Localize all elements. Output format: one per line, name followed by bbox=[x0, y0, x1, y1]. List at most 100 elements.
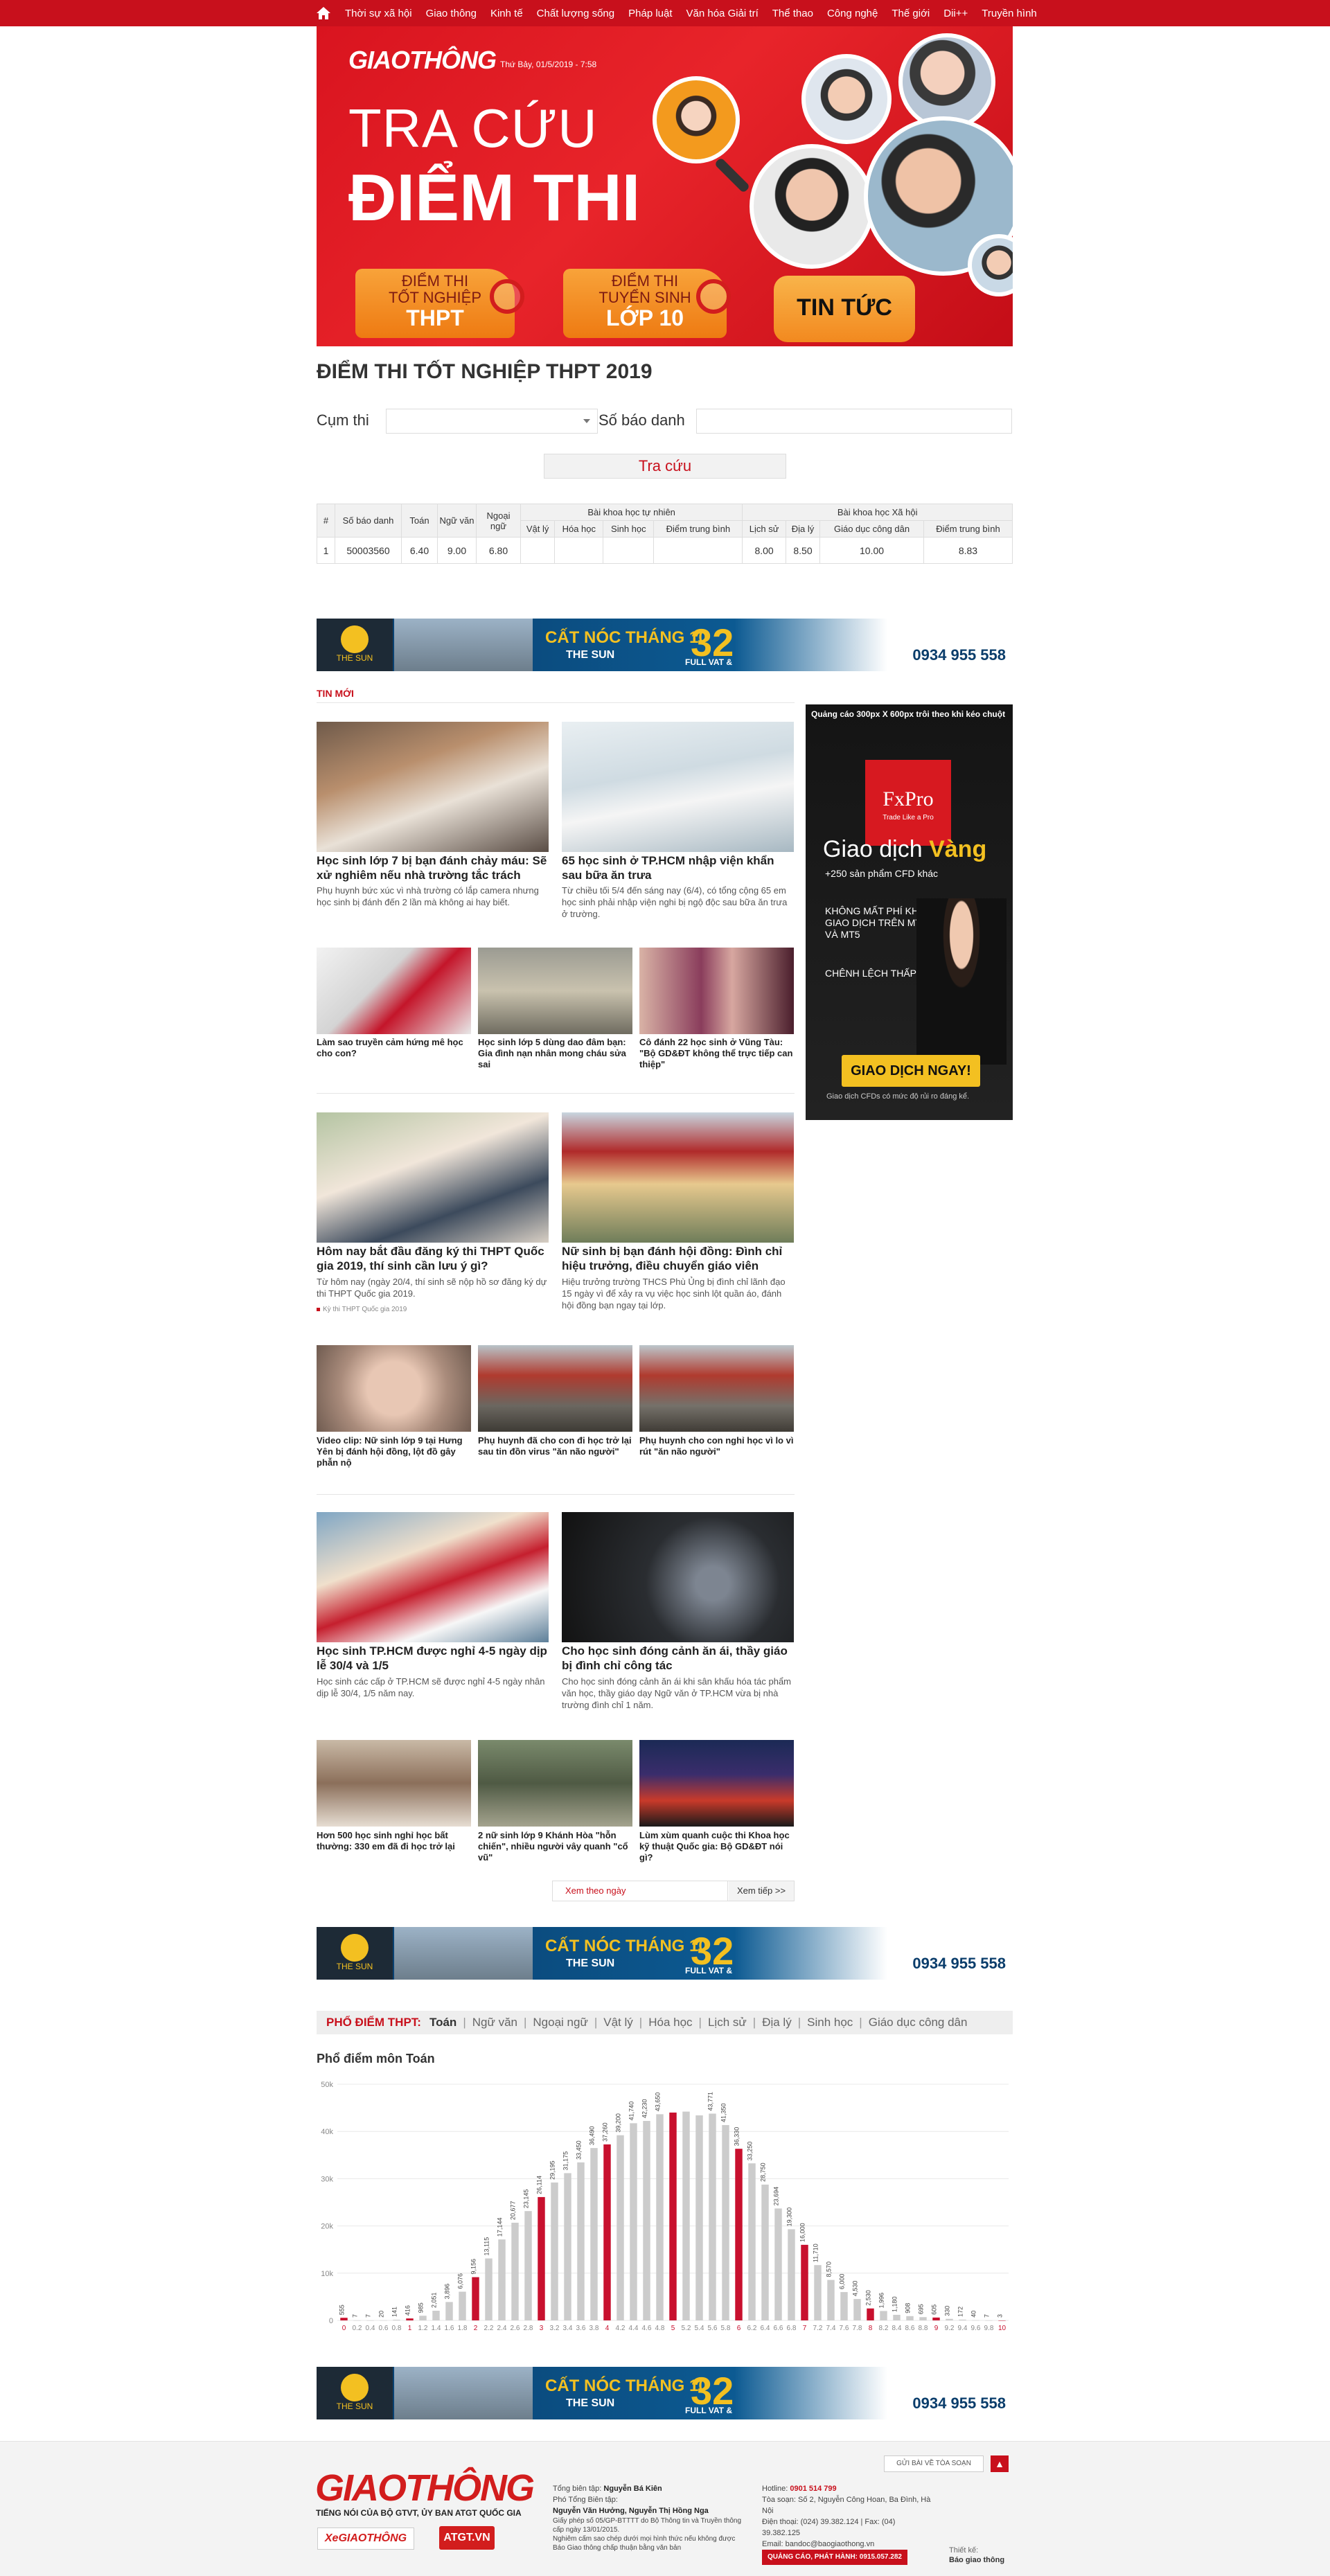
student-photo bbox=[898, 33, 995, 130]
bar bbox=[932, 2317, 940, 2320]
sidebar-ad[interactable]: Quảng cáo 300px X 600px trôi theo khi ké… bbox=[806, 704, 1013, 1120]
x-tick-label: 7.4 bbox=[826, 2325, 836, 2332]
id-label: Số báo danh bbox=[598, 411, 685, 429]
ad-note: FULL VAT & bbox=[685, 2406, 732, 2415]
load-more-button[interactable]: Xem tiếp >> bbox=[729, 1881, 794, 1901]
tab-separator: | bbox=[639, 2016, 643, 2029]
article-summary: Cho học sinh đóng cảnh ăn ái khi sân khấ… bbox=[562, 1676, 792, 1710]
tab-physics[interactable]: Vật lý bbox=[603, 2016, 633, 2029]
ad-banner[interactable]: THE SUN CẤT NÓC THÁNG 10 THE SUN 32 FULL… bbox=[317, 2367, 1013, 2419]
article-title[interactable]: Hơn 500 học sinh nghỉ học bất thường: 33… bbox=[317, 1830, 471, 1852]
fx-risk-warning: Giao dịch CFDs có mức độ rủi ro đáng kể. bbox=[826, 1092, 970, 1101]
article-title[interactable]: Phụ huynh cho con nghỉ học vì lo vì rút … bbox=[639, 1435, 794, 1457]
tab-biology[interactable]: Sinh học bbox=[807, 2016, 853, 2029]
back-to-top-icon[interactable]: ▲ bbox=[991, 2455, 1009, 2472]
id-input[interactable] bbox=[696, 409, 1012, 434]
article-thumbnail[interactable] bbox=[478, 948, 632, 1034]
article-title[interactable]: Video clip: Nữ sinh lớp 9 tại Hưng Yên b… bbox=[317, 1435, 471, 1468]
article-title[interactable]: Học sinh lớp 7 bị bạn đánh chảy máu: Sẽ … bbox=[317, 853, 549, 882]
x-tick-label: 10 bbox=[998, 2325, 1007, 2332]
article-thumbnail[interactable] bbox=[639, 948, 794, 1034]
article-title[interactable]: Phụ huynh đã cho con đi học trở lại sau … bbox=[478, 1435, 632, 1457]
article-thumbnail[interactable] bbox=[478, 1345, 632, 1432]
nav-item-dii[interactable]: Dii++ bbox=[943, 8, 968, 19]
ad-phone: 0934 955 558 bbox=[912, 646, 1006, 664]
bar bbox=[946, 2318, 953, 2320]
ad-banner[interactable]: THE SUN CẤT NÓC THÁNG 10 THE SUN 32 FULL… bbox=[317, 1927, 1013, 1980]
nav-item-thoi-su[interactable]: Thời sự xã hội bbox=[345, 8, 412, 19]
latest-news-heading[interactable]: TIN MỚI bbox=[317, 688, 354, 699]
article-tag[interactable]: Kỳ thi THPT Quốc gia 2019 bbox=[317, 1306, 407, 1313]
nav-item-chat-luong-song[interactable]: Chất lượng sống bbox=[537, 8, 614, 19]
lookup-submit-button[interactable]: Tra cứu bbox=[544, 454, 786, 479]
atgt-logo[interactable]: ATGT.VN bbox=[439, 2526, 495, 2550]
date-filter-input[interactable]: Xem theo ngày bbox=[553, 1881, 728, 1901]
tab-foreign-language[interactable]: Ngoại ngữ bbox=[533, 2016, 587, 2029]
article-title[interactable]: 65 học sinh ở TP.HCM nhập viện khẩn sau … bbox=[562, 853, 794, 882]
ad-banner[interactable]: THE SUN CẤT NÓC THÁNG 10 THE SUN 32 FULL… bbox=[317, 619, 1013, 671]
tab-literature[interactable]: Ngữ văn bbox=[472, 2016, 517, 2029]
advertising-contact-button[interactable]: QUẢNG CÁO, PHÁT HÀNH: 0915.057.282 bbox=[762, 2550, 907, 2565]
video-thumbnail[interactable] bbox=[317, 1345, 471, 1432]
article-thumbnail[interactable] bbox=[639, 1345, 794, 1432]
article-thumbnail[interactable] bbox=[317, 1112, 549, 1243]
nav-item-the-thao[interactable]: Thể thao bbox=[772, 8, 813, 19]
nav-item-giao-thong[interactable]: Giao thông bbox=[426, 8, 477, 19]
article-thumbnail[interactable] bbox=[317, 1740, 471, 1827]
nav-item-van-hoa[interactable]: Văn hóa Giải trí bbox=[686, 8, 759, 19]
data-label: 42,230 bbox=[641, 2099, 648, 2118]
video-thumbnail[interactable] bbox=[562, 1512, 794, 1642]
xe-giao-thong-logo[interactable]: XeGIAOTHÔNG bbox=[317, 2528, 414, 2550]
article-thumbnail[interactable] bbox=[562, 722, 794, 852]
article-title[interactable]: 2 nữ sinh lớp 9 Khánh Hòa "hỗn chiến", n… bbox=[478, 1830, 632, 1863]
nav-item-kinh-te[interactable]: Kinh tế bbox=[490, 8, 523, 19]
fxpro-tagline: Trade Like a Pro bbox=[883, 814, 934, 821]
banner-logo[interactable]: GIAOTHÔNG bbox=[348, 46, 497, 75]
bar bbox=[840, 2292, 848, 2320]
bar bbox=[735, 2149, 743, 2320]
tab-math[interactable]: Toán bbox=[429, 2016, 456, 2029]
article-thumbnail[interactable] bbox=[317, 1512, 549, 1642]
data-label: 2,051 bbox=[431, 2292, 438, 2308]
article-title[interactable]: Nữ sinh bị bạn đánh hội đồng: Đình chỉ h… bbox=[562, 1244, 794, 1273]
article-thumbnail[interactable] bbox=[317, 722, 549, 852]
article-title[interactable]: Cô đánh 22 học sinh ở Vũng Tàu: "Bộ GD&Đ… bbox=[639, 1037, 794, 1070]
tab-geography[interactable]: Địa lý bbox=[762, 2016, 792, 2029]
article-title[interactable]: Học sinh lớp 5 dùng dao đâm bạn: Gia đìn… bbox=[478, 1037, 632, 1070]
hotline-number[interactable]: 0901 514 799 bbox=[790, 2485, 836, 2493]
nav-item-the-gioi[interactable]: Thế giới bbox=[892, 8, 930, 19]
data-label: 11,710 bbox=[813, 2244, 819, 2262]
x-tick-label: 0.4 bbox=[366, 2325, 375, 2332]
article-title[interactable]: Lùm xùm quanh cuộc thi Khoa học kỹ thuật… bbox=[639, 1830, 794, 1863]
nav-item-cong-nghe[interactable]: Công nghệ bbox=[827, 8, 878, 19]
email-text[interactable]: Email: bandoc@baogiaothong.vn bbox=[762, 2539, 935, 2550]
send-article-button[interactable]: GỬI BÀI VỀ TÒA SOẠN bbox=[884, 2455, 984, 2472]
news-button[interactable]: TIN TỨC bbox=[774, 276, 915, 342]
nav-item-truyen-hinh[interactable]: Truyền hình bbox=[982, 8, 1037, 19]
article-title[interactable]: Hôm nay bắt đầu đăng ký thi THPT Quốc gi… bbox=[317, 1244, 549, 1273]
x-tick-label: 5 bbox=[671, 2325, 675, 2332]
home-icon[interactable] bbox=[316, 4, 331, 22]
col-natural-group: Bài khoa học tự nhiên bbox=[520, 504, 743, 521]
article-thumbnail[interactable] bbox=[562, 1112, 794, 1243]
tab-history[interactable]: Lịch sử bbox=[708, 2016, 747, 2029]
ad-phone: 0934 955 558 bbox=[912, 1955, 1006, 1972]
video-thumbnail[interactable] bbox=[478, 1740, 632, 1827]
cluster-label: Cụm thi bbox=[317, 411, 369, 429]
article-title[interactable]: Học sinh TP.HCM được nghỉ 4-5 ngày dịp l… bbox=[317, 1644, 549, 1673]
trade-now-button[interactable]: GIAO DỊCH NGAY! bbox=[842, 1055, 980, 1087]
tab-civic-education[interactable]: Giáo dục công dân bbox=[869, 2016, 968, 2029]
bar bbox=[538, 2196, 545, 2320]
cluster-select[interactable] bbox=[386, 409, 598, 434]
bar bbox=[906, 2316, 914, 2320]
x-tick-label: 9.4 bbox=[958, 2325, 968, 2332]
article-title[interactable]: Làm sao truyền cảm hứng mê học cho con? bbox=[317, 1037, 471, 1059]
footer-logo[interactable]: GIAOTHÔNG bbox=[315, 2467, 535, 2510]
x-tick-label: 4.2 bbox=[616, 2325, 626, 2332]
footer-contact: Hotline: 0901 514 799 Tòa soạn: Số 2, Ng… bbox=[762, 2483, 935, 2550]
article-title[interactable]: Cho học sinh đóng cảnh ăn ái, thầy giáo … bbox=[562, 1644, 794, 1673]
nav-item-phap-luat[interactable]: Pháp luật bbox=[628, 8, 672, 19]
article-thumbnail[interactable] bbox=[317, 948, 471, 1034]
article-thumbnail[interactable] bbox=[639, 1740, 794, 1827]
tab-chemistry[interactable]: Hóa học bbox=[648, 2016, 692, 2029]
